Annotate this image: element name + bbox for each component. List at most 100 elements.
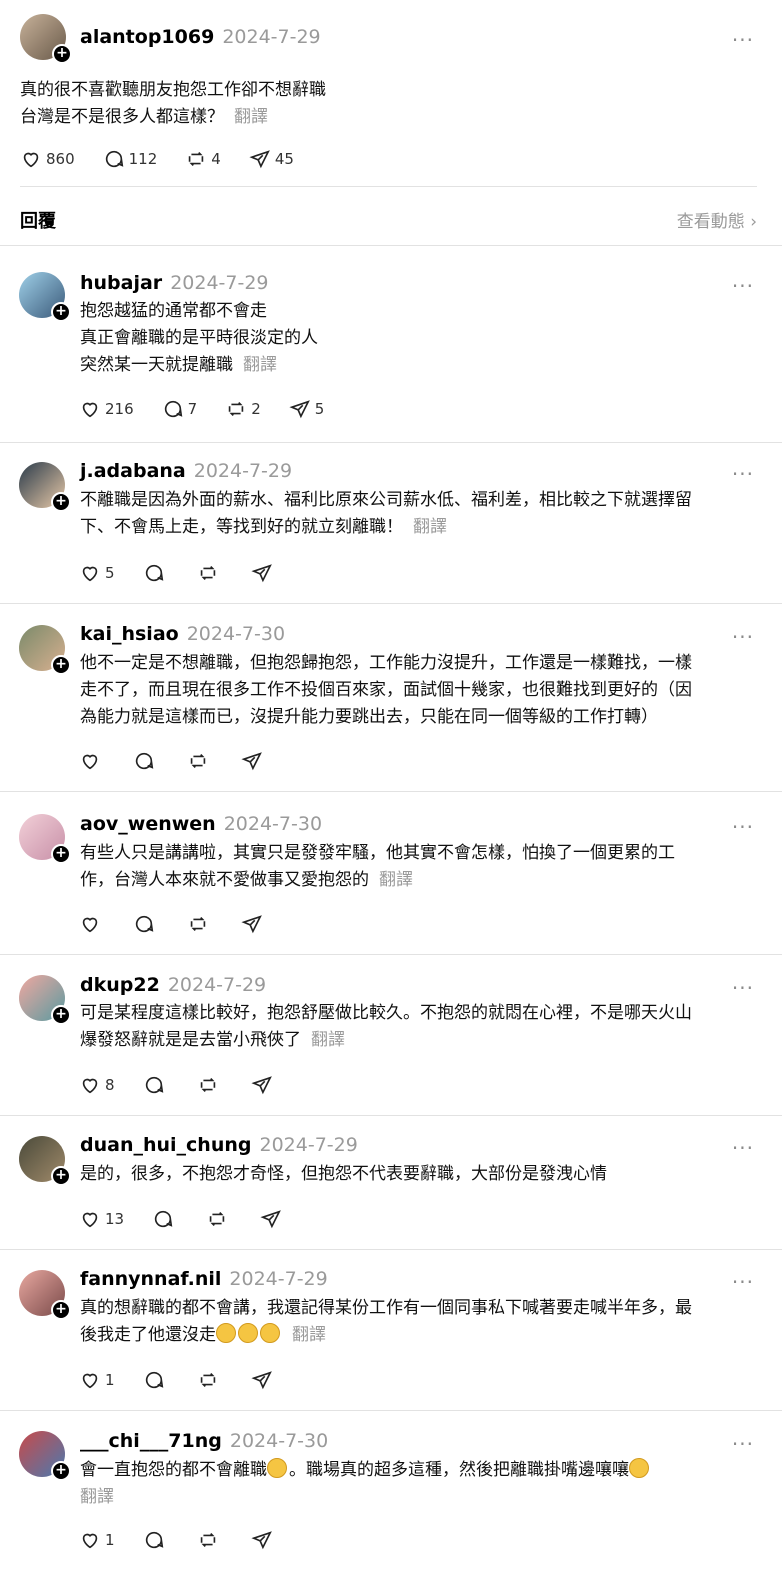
avatar[interactable]: +	[19, 1431, 71, 1481]
follow-plus-icon[interactable]: +	[51, 492, 71, 512]
username[interactable]: hubajar 2024-7-29	[80, 272, 269, 294]
like-button[interactable]: 5	[79, 562, 115, 584]
repost-button[interactable]	[197, 1074, 223, 1096]
share-button[interactable]	[251, 1074, 277, 1096]
avatar[interactable]: +	[19, 975, 71, 1025]
action-bar	[79, 912, 295, 936]
repost-button[interactable]	[206, 1208, 232, 1230]
username[interactable]: alantop1069 2024-7-29	[80, 26, 321, 48]
reply-button[interactable]	[133, 750, 159, 772]
more-options-icon[interactable]: ···	[732, 625, 754, 649]
follow-plus-icon[interactable]: +	[51, 844, 71, 864]
repost-button[interactable]: 2	[225, 398, 261, 420]
avatar[interactable]: +	[19, 272, 71, 322]
translate-link[interactable]: 翻譯	[234, 107, 268, 127]
username[interactable]: duan_hui_chung 2024-7-29	[80, 1134, 358, 1156]
like-button[interactable]: 860	[20, 148, 75, 170]
like-button[interactable]: 8	[79, 1074, 115, 1096]
share-button[interactable]	[251, 562, 277, 584]
avatar[interactable]: +	[19, 462, 71, 512]
more-options-icon[interactable]: ···	[732, 1432, 754, 1456]
username[interactable]: fannynnaf.nil 2024-7-29	[80, 1268, 328, 1290]
username[interactable]: dkup22 2024-7-29	[80, 974, 266, 996]
repost-button[interactable]	[187, 750, 213, 772]
username[interactable]: kai_hsiao 2024-7-30	[80, 623, 285, 645]
more-options-icon[interactable]: ···	[732, 815, 754, 839]
avatar[interactable]: +	[20, 14, 72, 64]
like-button[interactable]: 216	[79, 398, 134, 420]
translate-link[interactable]: 翻譯	[292, 1325, 326, 1345]
share-button[interactable]	[241, 913, 267, 935]
avatar[interactable]: +	[19, 625, 71, 675]
comment-text: 可是某程度這樣比較好，抱怨舒壓做比較久。不抱怨的就悶在心裡，不是哪天火山 爆發怒…	[80, 1003, 692, 1050]
more-options-icon[interactable]: ···	[732, 1136, 754, 1160]
more-options-icon[interactable]: ···	[732, 462, 754, 486]
repost-button[interactable]	[197, 562, 223, 584]
more-options-icon[interactable]: ···	[732, 976, 754, 1000]
translate-link[interactable]: 翻譯	[311, 1030, 345, 1050]
reply-button[interactable]	[133, 913, 159, 935]
more-options-icon[interactable]: ···	[732, 1270, 754, 1294]
reply-button[interactable]	[143, 1369, 169, 1391]
follow-plus-icon[interactable]: +	[51, 1005, 71, 1025]
follow-plus-icon[interactable]: +	[51, 1166, 71, 1186]
translate-link[interactable]: 翻譯	[243, 355, 277, 375]
share-button[interactable]	[251, 1369, 277, 1391]
like-button[interactable]: 1	[79, 1369, 115, 1391]
comment-date: 2024-7-29	[170, 272, 269, 294]
more-options-icon[interactable]: ···	[732, 274, 754, 298]
more-options-icon[interactable]: ···	[732, 28, 754, 52]
repost-button[interactable]	[187, 913, 213, 935]
translate-link[interactable]: 翻譯	[379, 870, 413, 890]
follow-plus-icon[interactable]: +	[52, 44, 72, 64]
laughing-emoji-icon	[238, 1323, 258, 1343]
translate-link[interactable]: 翻譯	[413, 517, 447, 537]
reply-button[interactable]	[152, 1208, 178, 1230]
comment-text: 不離職是因為外面的薪水、福利比原來公司薪水低、福利差，相比較之下就選擇留 下、不…	[80, 490, 692, 537]
username[interactable]: j.adabana 2024-7-29	[80, 460, 292, 482]
share-button[interactable]	[260, 1208, 286, 1230]
share-button[interactable]	[251, 1529, 277, 1551]
share-button[interactable]: 5	[289, 398, 324, 420]
comment-date: 2024-7-29	[259, 1134, 358, 1156]
reply-button[interactable]: 112	[103, 148, 157, 170]
like-button[interactable]: 13	[79, 1208, 124, 1230]
reply-icon	[162, 398, 184, 420]
repost-button[interactable]	[197, 1529, 223, 1551]
follow-plus-icon[interactable]: +	[51, 1300, 71, 1320]
heart-icon	[20, 148, 42, 170]
view-activity-link[interactable]: 查看動態 ›	[677, 207, 757, 232]
reply-button[interactable]	[143, 1529, 169, 1551]
username[interactable]: aov_wenwen 2024-7-30	[80, 813, 322, 835]
follow-plus-icon[interactable]: +	[51, 655, 71, 675]
send-icon	[251, 562, 273, 584]
follow-plus-icon[interactable]: +	[51, 302, 71, 322]
share-button[interactable]	[241, 750, 267, 772]
follow-plus-icon[interactable]: +	[51, 1461, 71, 1481]
avatar[interactable]: +	[19, 1136, 71, 1186]
action-bar: 1	[79, 1528, 305, 1552]
send-icon	[251, 1074, 273, 1096]
post-date: 2024-7-29	[222, 26, 321, 48]
reply-button[interactable]	[143, 1074, 169, 1096]
comment-text: 真的想辭職的都不會講，我還記得某份工作有一個同事私下喊著要走喊半年多，最 後我走…	[80, 1298, 692, 1345]
reply-icon	[103, 148, 125, 170]
repost-button[interactable]	[197, 1369, 223, 1391]
like-button[interactable]: 1	[79, 1529, 115, 1551]
like-button[interactable]	[79, 913, 105, 935]
divider	[0, 791, 782, 792]
avatar[interactable]: +	[19, 1270, 71, 1320]
reply-button[interactable]	[143, 562, 169, 584]
repost-button[interactable]: 4	[185, 148, 221, 170]
action-bar: 1	[79, 1368, 305, 1392]
reply-button[interactable]: 7	[162, 398, 197, 420]
rofl-emoji-icon	[267, 1458, 287, 1478]
avatar[interactable]: +	[19, 814, 71, 864]
action-bar	[79, 749, 295, 773]
action-bar: 216 7 2 5	[79, 397, 352, 421]
translate-link[interactable]: 翻譯	[80, 1487, 114, 1507]
username[interactable]: ___chi___71ng 2024-7-30	[80, 1430, 328, 1452]
like-button[interactable]	[79, 750, 105, 772]
repost-icon	[197, 1369, 219, 1391]
share-button[interactable]: 45	[249, 148, 294, 170]
